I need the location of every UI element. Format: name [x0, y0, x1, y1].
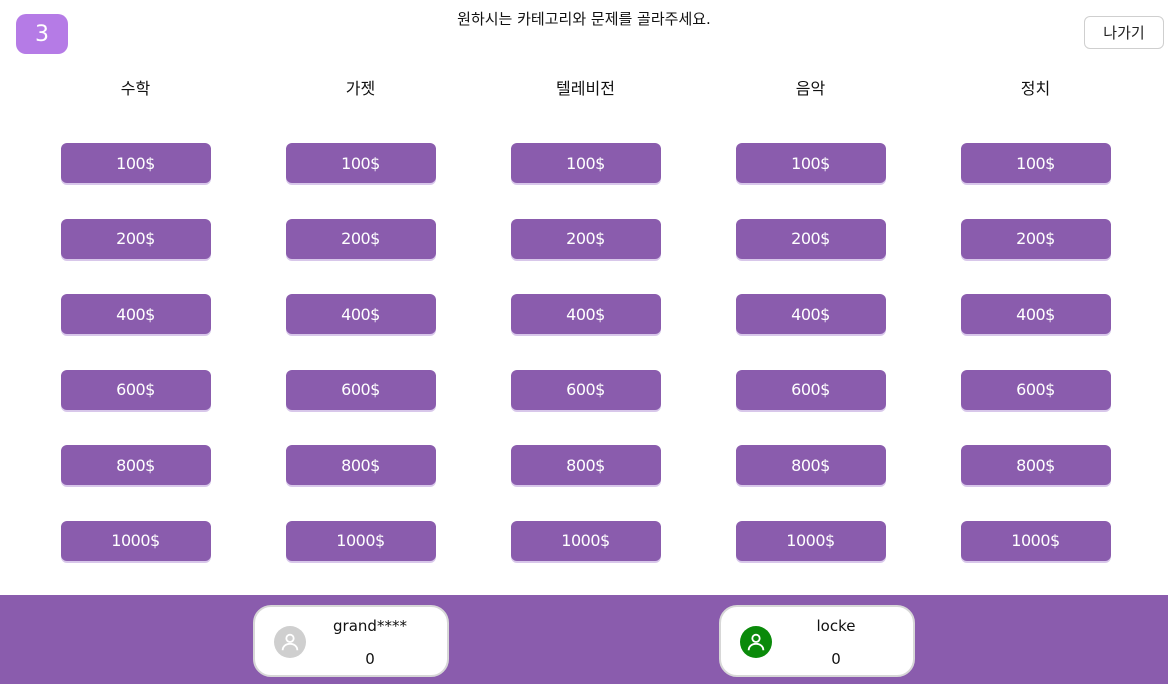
- category-column: 텔레비전 100$ 200$ 400$ 600$ 800$ 1000$: [473, 70, 698, 597]
- player-name: locke: [816, 617, 856, 635]
- question-value-button[interactable]: 1000$: [735, 520, 886, 561]
- user-icon: [274, 626, 306, 658]
- question-value-button[interactable]: 100$: [285, 143, 436, 183]
- question-value-button[interactable]: 400$: [285, 294, 436, 335]
- category-title: 정치: [1020, 79, 1051, 98]
- player-score: 0: [365, 650, 375, 668]
- question-value-button[interactable]: 600$: [285, 369, 436, 410]
- question-value-button[interactable]: 100$: [60, 143, 211, 183]
- category-column: 음악 100$ 200$ 400$ 600$ 800$ 1000$: [698, 70, 923, 597]
- players-footer: grand**** 0 locke 0: [0, 595, 1168, 684]
- player-score: 0: [831, 650, 841, 668]
- question-value-button[interactable]: 800$: [285, 445, 436, 486]
- user-icon: [740, 626, 772, 658]
- question-value-button[interactable]: 1000$: [960, 520, 1111, 561]
- exit-button[interactable]: 나가기: [1084, 16, 1164, 49]
- category-title: 음악: [795, 79, 826, 98]
- question-value-button[interactable]: 200$: [960, 218, 1111, 259]
- category-column: 정치 100$ 200$ 400$ 600$ 800$ 1000$: [923, 70, 1148, 597]
- question-value-button[interactable]: 200$: [735, 218, 886, 259]
- question-value-button[interactable]: 200$: [60, 218, 211, 259]
- question-value-button[interactable]: 800$: [510, 445, 661, 486]
- question-value-button[interactable]: 400$: [735, 294, 886, 335]
- player-card: locke 0: [719, 605, 915, 677]
- question-value-button[interactable]: 400$: [510, 294, 661, 335]
- category-title: 텔레비전: [556, 79, 615, 98]
- question-value-button[interactable]: 400$: [60, 294, 211, 335]
- question-value-button[interactable]: 600$: [60, 369, 211, 410]
- question-value-button[interactable]: 1000$: [510, 520, 661, 561]
- question-value-button[interactable]: 600$: [960, 369, 1111, 410]
- question-value-button[interactable]: 400$: [960, 294, 1111, 335]
- instruction-text: 원하시는 카테고리와 문제를 골라주세요.: [457, 10, 711, 28]
- question-value-button[interactable]: 1000$: [285, 520, 436, 561]
- category-column: 수학 100$ 200$ 400$ 600$ 800$ 1000$: [23, 70, 248, 597]
- question-value-button[interactable]: 100$: [510, 143, 661, 183]
- category-title: 수학: [120, 79, 151, 98]
- question-value-button[interactable]: 800$: [960, 445, 1111, 486]
- category-column: 가젯 100$ 200$ 400$ 600$ 800$ 1000$: [248, 70, 473, 597]
- question-value-button[interactable]: 200$: [510, 218, 661, 259]
- question-board: 수학 100$ 200$ 400$ 600$ 800$ 1000$ 가젯 100…: [23, 70, 1148, 597]
- question-value-button[interactable]: 800$: [60, 445, 211, 486]
- category-title: 가젯: [345, 79, 376, 98]
- player-name: grand****: [333, 617, 407, 635]
- question-value-button[interactable]: 200$: [285, 218, 436, 259]
- player-card: grand**** 0: [253, 605, 449, 677]
- question-value-button[interactable]: 800$: [735, 445, 886, 486]
- question-value-button[interactable]: 100$: [960, 143, 1111, 183]
- question-value-button[interactable]: 1000$: [60, 520, 211, 561]
- question-value-button[interactable]: 600$: [510, 369, 661, 410]
- game-board-page: 3 원하시는 카테고리와 문제를 골라주세요. 나가기 수학 100$ 200$…: [0, 0, 1168, 684]
- question-value-button[interactable]: 600$: [735, 369, 886, 410]
- question-value-button[interactable]: 100$: [735, 143, 886, 183]
